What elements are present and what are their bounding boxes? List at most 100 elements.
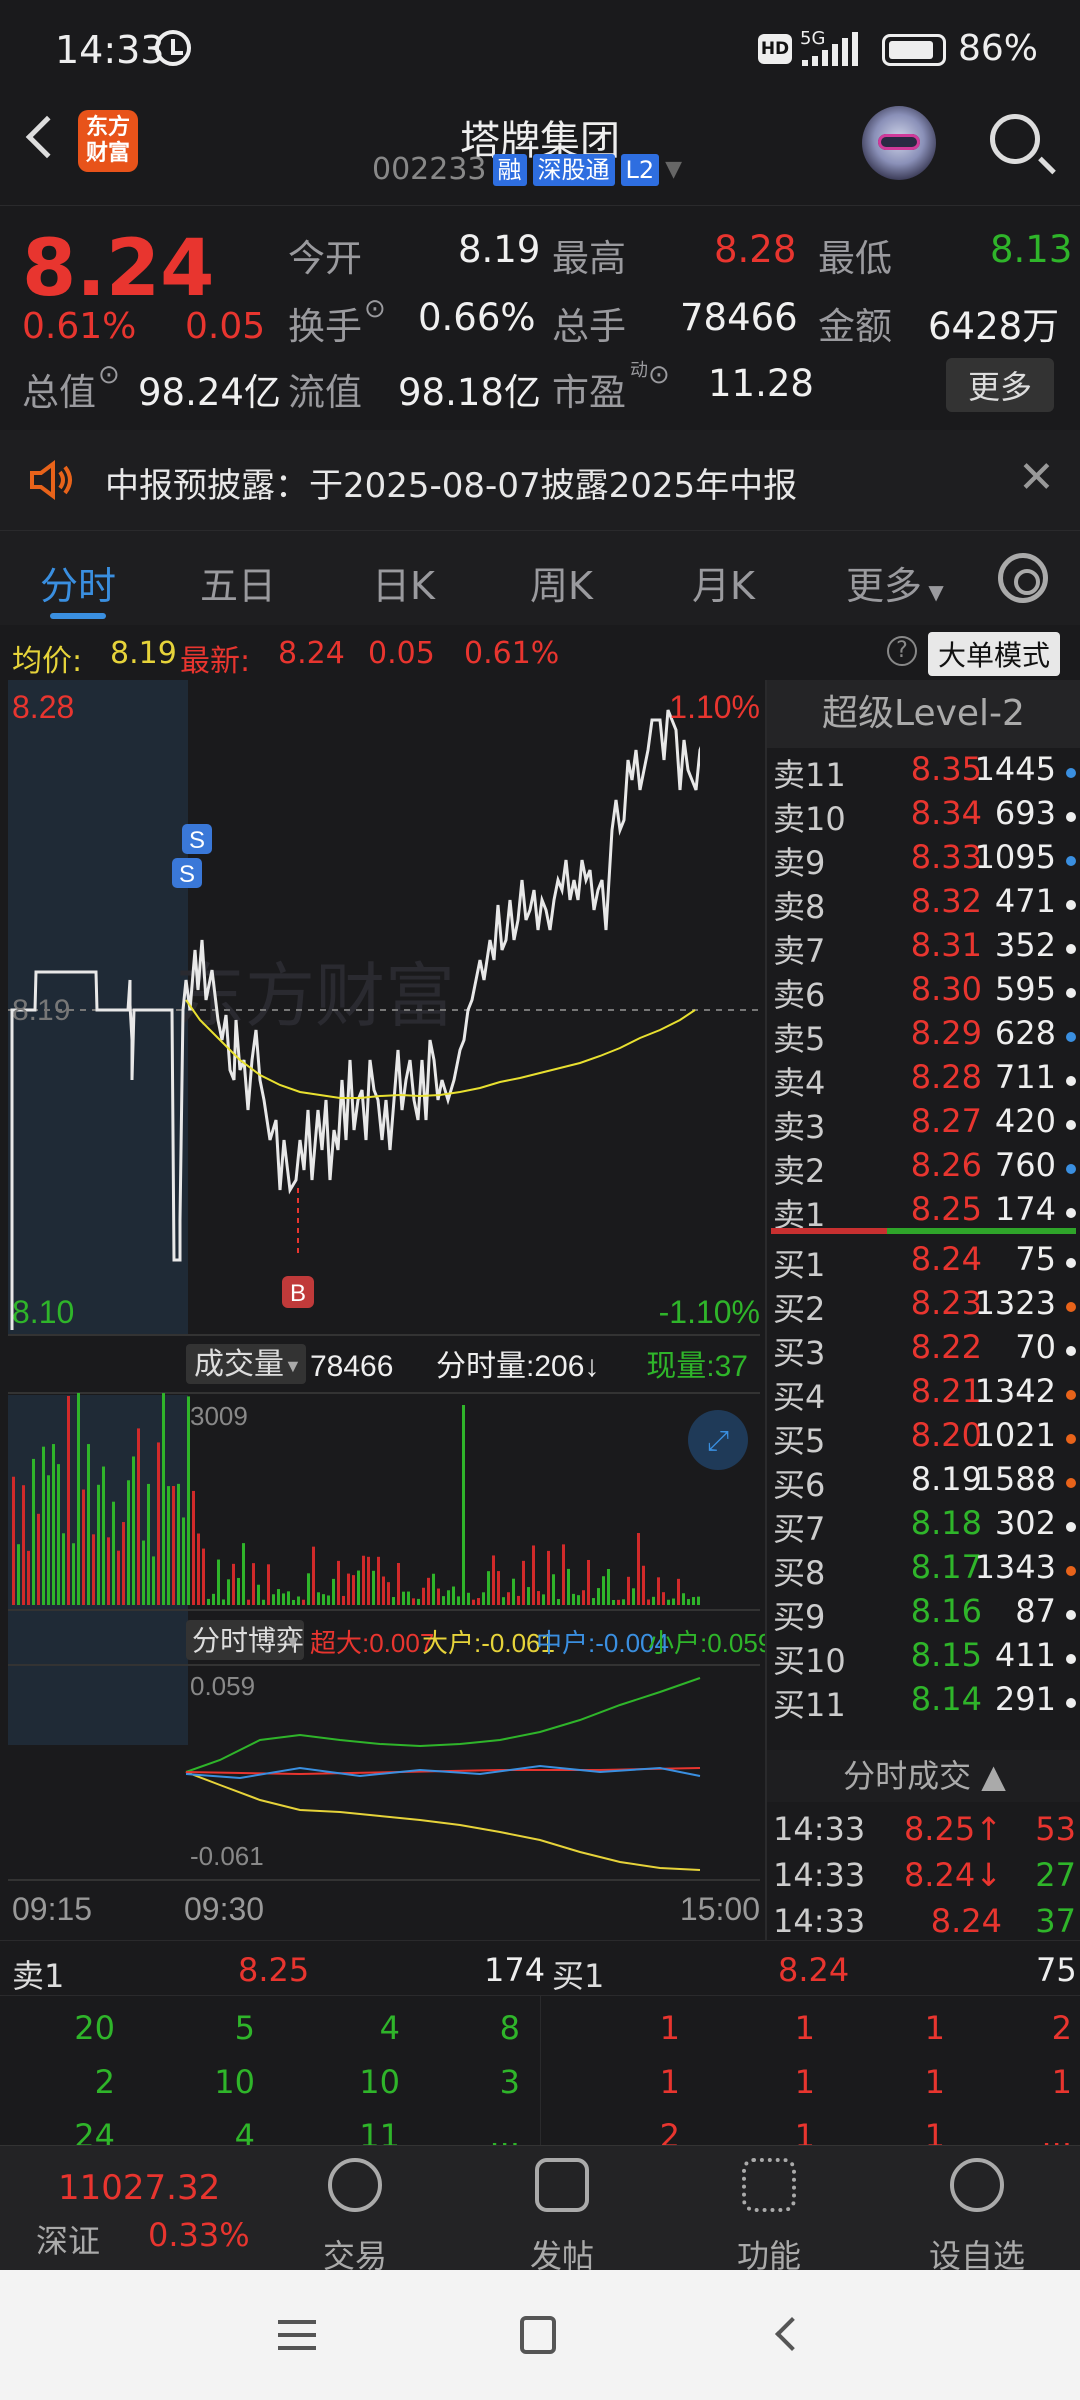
avg-label: 均价:: [12, 644, 83, 679]
ask-row[interactable]: 卖9 8.33 1095: [767, 838, 1080, 882]
ask-row[interactable]: 卖4 8.28 711: [767, 1058, 1080, 1102]
help-icon[interactable]: ?: [887, 636, 917, 666]
tab-day-k[interactable]: 日K: [372, 555, 435, 610]
volume-bar: [542, 1594, 545, 1605]
volume-bar: [642, 1565, 645, 1605]
post-icon[interactable]: [535, 2158, 589, 2212]
bid-row[interactable]: 买5 8.20 1021: [767, 1416, 1080, 1460]
ask-row[interactable]: 卖6 8.30 595: [767, 970, 1080, 1014]
volume-bar: [357, 1570, 360, 1605]
order-book: 超级Level-2 卖11 8.35 1445 卖10 8.34 693 卖9 8.33 109…: [765, 680, 1080, 1940]
search-icon[interactable]: [990, 114, 1040, 164]
level-price: 8.27: [910, 1102, 982, 1140]
volume-bar: [352, 1575, 355, 1605]
tab-week-k[interactable]: 周K: [530, 555, 593, 610]
volume-bar: [297, 1596, 300, 1605]
level-volume: 1588: [974, 1460, 1056, 1498]
level-volume: 1445: [974, 750, 1056, 788]
volume-bar: [377, 1556, 380, 1605]
bid-row[interactable]: 买3 8.22 70: [767, 1328, 1080, 1372]
level-price: 8.15: [910, 1636, 982, 1674]
level-volume: 1095: [974, 838, 1056, 876]
level-volume: 70: [1015, 1328, 1056, 1366]
ask-row[interactable]: 卖3 8.27 420: [767, 1102, 1080, 1146]
bid-row[interactable]: 买9 8.16 87: [767, 1592, 1080, 1636]
level-dot-icon: [1066, 1346, 1076, 1356]
volume-bar: [127, 1480, 130, 1605]
bid-row[interactable]: 买4 8.21 1342: [767, 1372, 1080, 1416]
notice-bar[interactable]: 中报预披露：于2025-08-07披露2025年中报 ✕: [0, 430, 1080, 530]
assistant-robot-icon[interactable]: [862, 106, 936, 180]
bid-queue-cell: 1: [1051, 2063, 1072, 2101]
bid-row[interactable]: 买7 8.18 302: [767, 1504, 1080, 1548]
level-dot-icon: [1066, 900, 1076, 910]
info-icon[interactable]: ⊙: [98, 360, 120, 390]
tag-l2: L2: [620, 153, 660, 186]
level-label: 买4: [773, 1378, 826, 1416]
level-label: 买10: [773, 1642, 846, 1680]
info-icon[interactable]: ⊙: [364, 294, 386, 324]
level2-title[interactable]: 超级Level-2: [767, 680, 1080, 748]
tab-month-k[interactable]: 月K: [692, 555, 755, 610]
current-price: 8.24: [22, 224, 215, 314]
bid-row[interactable]: 买10 8.15 411: [767, 1636, 1080, 1680]
back-nav-icon[interactable]: [775, 2317, 809, 2351]
y-top-label: 8.28: [12, 689, 74, 725]
tab-intraday[interactable]: 分时: [40, 555, 116, 610]
expand-icon[interactable]: ⤢: [707, 1424, 729, 1457]
low-value: 8.13: [990, 228, 1073, 271]
intraday-chart[interactable]: 东方财富 S S B 8.28 8.19 8.10 1.10% -1.10% 成…: [0, 680, 772, 1940]
y-bot-label: 8.10: [12, 1294, 74, 1330]
tab-more[interactable]: 更多 ▼: [846, 555, 944, 610]
bid-row[interactable]: 买2 8.23 1323: [767, 1284, 1080, 1328]
level-label: 买11: [773, 1686, 846, 1724]
level-volume: 420: [994, 1102, 1056, 1140]
level-dot-icon: [1066, 988, 1076, 998]
open-label: 今开: [288, 237, 362, 280]
index-value[interactable]: 11027.32: [58, 2168, 220, 2208]
tab-five-day[interactable]: 五日: [200, 555, 276, 610]
ask1-price: 8.25: [238, 1951, 310, 1989]
bid-row[interactable]: 买8 8.17 1343: [767, 1548, 1080, 1592]
watchlist-icon[interactable]: [950, 2158, 1004, 2212]
ask-row[interactable]: 卖7 8.31 352: [767, 926, 1080, 970]
close-icon[interactable]: ✕: [1018, 452, 1055, 503]
home-icon[interactable]: [520, 2316, 556, 2354]
ticks-header[interactable]: 分时成交 ▲: [767, 1750, 1080, 1802]
level-price: 8.20: [910, 1416, 982, 1454]
volume-bar: [97, 1484, 100, 1605]
level-price: 8.22: [910, 1328, 982, 1366]
ask-row[interactable]: 卖8 8.32 471: [767, 882, 1080, 926]
index-name[interactable]: 深证: [36, 2216, 100, 2262]
level-dot-icon: [1066, 1032, 1076, 1042]
volume-max-label: 3009: [190, 1401, 248, 1431]
ask-row[interactable]: 卖5 8.29 628: [767, 1014, 1080, 1058]
volume-bar: [597, 1588, 600, 1605]
ask-row[interactable]: 卖2 8.26 760: [767, 1146, 1080, 1190]
bid-row[interactable]: 买11 8.14 291: [767, 1680, 1080, 1724]
ask-row[interactable]: 卖10 8.34 693: [767, 794, 1080, 838]
bid-row[interactable]: 买1 8.24 75: [767, 1240, 1080, 1284]
big-order-mode-button[interactable]: 大单模式: [928, 632, 1061, 676]
level-dot-icon: [1066, 1258, 1076, 1268]
stock-code-row[interactable]: 002233 融 深股通 L2 ▼: [372, 152, 682, 187]
ask-queue-cell: 4: [379, 2009, 400, 2047]
ask-row[interactable]: 卖11 8.35 1445: [767, 750, 1080, 794]
volume-bar: [72, 1543, 75, 1605]
more-button[interactable]: 更多: [946, 358, 1055, 412]
bid-row[interactable]: 买6 8.19 1588: [767, 1460, 1080, 1504]
volume-bar: [142, 1540, 145, 1605]
tag-connect: 深股通: [532, 153, 615, 186]
info-icon[interactable]: ⊙: [648, 360, 670, 390]
volume-bar: [287, 1591, 290, 1605]
volume-bar: [562, 1544, 565, 1605]
volume-bar: [342, 1595, 345, 1605]
level-price: 8.17: [910, 1548, 982, 1586]
menu-icon[interactable]: [278, 2320, 316, 2350]
volume-bar: [17, 1544, 20, 1605]
last-percent: 0.61%: [464, 636, 560, 671]
functions-icon[interactable]: [742, 2158, 796, 2212]
trade-icon[interactable]: [328, 2158, 382, 2212]
gear-icon[interactable]: [998, 553, 1048, 603]
volume-selector[interactable]: 成交量: [194, 1348, 284, 1381]
